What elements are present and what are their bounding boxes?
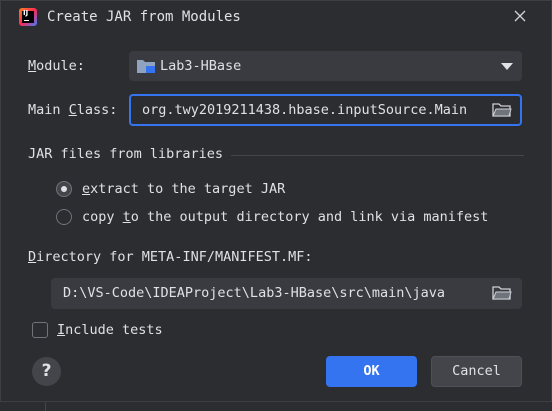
directory-label-text: irectory for META-INF/MANIFEST.MF: — [36, 249, 313, 265]
include-tests-label-text: nclude tests — [65, 322, 163, 338]
background-divider — [45, 402, 46, 411]
close-icon[interactable] — [512, 8, 528, 24]
section-divider — [231, 155, 524, 156]
include-tests-label[interactable]: Include tests — [57, 322, 163, 338]
extract-label-text: xtract to the target JAR — [90, 181, 286, 197]
extract-radio-label[interactable]: extract to the target JAR — [82, 181, 285, 197]
manifest-directory-input[interactable]: D:\VS-Code\IDEAProject\Lab3-HBase\src\ma… — [51, 278, 522, 309]
dialog-title: Create JAR from Modules — [47, 9, 241, 25]
folder-browse-icon[interactable] — [492, 102, 512, 118]
directory-mnemonic: D — [28, 249, 37, 265]
module-combobox[interactable]: Lab3-HBase — [129, 51, 522, 81]
directory-label: Directory for META-INF/MANIFEST.MF: — [28, 249, 312, 265]
copy-mnemonic: t — [122, 209, 131, 225]
extract-mnemonic: e — [82, 181, 91, 197]
extract-radio[interactable] — [56, 181, 72, 197]
module-label-text: odule: — [36, 58, 85, 74]
title-bar: Create JAR from Modules — [1, 1, 551, 35]
cancel-button[interactable]: Cancel — [431, 356, 522, 387]
folder-browse-icon[interactable] — [492, 285, 512, 301]
copy-radio-label[interactable]: copy to the output directory and link vi… — [82, 209, 488, 225]
include-tests-checkbox[interactable] — [32, 322, 48, 338]
copy-label-prefix: copy — [82, 209, 123, 225]
main-class-label: Main Class: — [28, 102, 117, 118]
module-value: Lab3-HBase — [160, 58, 242, 74]
ok-button[interactable]: OK — [326, 356, 417, 387]
main-class-label-mnemonic: C — [68, 102, 77, 118]
module-label-mnemonic: M — [28, 58, 37, 74]
main-class-value: org.twy2019211438.hbase.inputSource.Main — [142, 102, 468, 118]
copy-radio[interactable] — [56, 209, 72, 225]
module-folder-icon — [137, 60, 155, 73]
module-label: Module: — [28, 58, 85, 74]
main-class-label-prefix: Main — [28, 102, 69, 118]
chevron-down-icon[interactable] — [501, 63, 513, 70]
main-class-input[interactable]: org.twy2019211438.hbase.inputSource.Main — [129, 94, 522, 126]
main-class-label-suffix: lass: — [76, 102, 118, 118]
copy-label-text: o the output directory and link via mani… — [130, 209, 489, 225]
directory-value: D:\VS-Code\IDEAProject\Lab3-HBase\src\ma… — [63, 285, 446, 301]
intellij-idea-icon — [19, 8, 37, 26]
jar-files-section-title: JAR files from libraries — [28, 146, 224, 162]
include-tests-mnemonic: I — [57, 322, 66, 338]
radio-dot — [61, 186, 67, 192]
help-button[interactable]: ? — [32, 357, 61, 386]
create-jar-dialog: Create JAR from Modules Module: Lab3-HBa… — [0, 0, 552, 402]
